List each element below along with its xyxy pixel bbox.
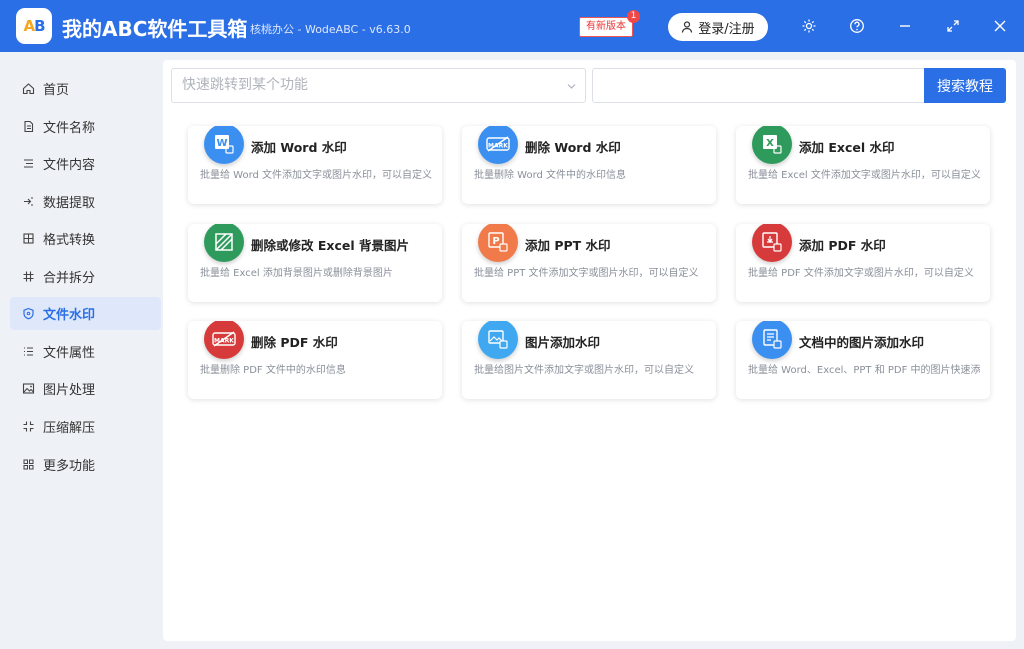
sidebar-item-label: 文件名称 xyxy=(43,121,96,136)
mark-icon: MARK xyxy=(478,126,518,164)
home-icon xyxy=(22,83,35,95)
sidebar: 首页 文件名称 文件内容 数据提取 格式转换 合并拆分 文件水印 文件属性 图片… xyxy=(0,52,162,649)
help-icon[interactable] xyxy=(847,16,867,36)
grid-icon xyxy=(23,459,34,470)
card-title: 添加 PDF 水印 xyxy=(799,238,886,253)
sidebar-item-more[interactable]: 更多功能 xyxy=(10,448,161,481)
card-add-ppt-watermark[interactable]: P 添加 PPT 水印 批量给 PPT 文件添加文字或图片水印，可以自定义 xyxy=(462,224,716,302)
extract-icon xyxy=(24,197,33,206)
file-icon xyxy=(24,120,34,133)
sidebar-item-label: 首页 xyxy=(43,83,70,98)
card-remove-pdf-watermark[interactable]: MARK 删除 PDF 水印 批量删除 PDF 文件中的水印信息 xyxy=(188,321,442,399)
close-icon[interactable] xyxy=(990,16,1010,36)
card-add-pdf-watermark[interactable]: 添加 PDF 水印 批量给 PDF 文件添加文字或图片水印，可以自定义 xyxy=(736,224,990,302)
ppt-icon: P xyxy=(478,224,518,262)
search-tutorial-button[interactable]: 搜索教程 xyxy=(924,68,1006,103)
settings-gear-icon[interactable] xyxy=(799,16,819,36)
card-title: 图片添加水印 xyxy=(525,335,601,350)
card-description: 批量给 Excel 文件添加文字或图片水印，可以自定义 xyxy=(748,170,980,181)
card-image-watermark[interactable]: 图片添加水印 批量给图片文件添加文字或图片水印，可以自定义 xyxy=(462,321,716,399)
tutorial-search-input[interactable] xyxy=(592,68,925,103)
card-description: 批量给 PDF 文件添加文字或图片水印，可以自定义 xyxy=(748,268,974,279)
svg-text:P: P xyxy=(492,236,499,247)
sidebar-item-label: 压缩解压 xyxy=(43,421,96,436)
shield-icon xyxy=(23,307,34,320)
sidebar-item-label: 合并拆分 xyxy=(43,271,96,286)
convert-icon xyxy=(23,233,34,244)
maximize-icon[interactable] xyxy=(943,16,963,36)
sidebar-item-label: 文件内容 xyxy=(43,158,96,173)
compress-icon xyxy=(23,421,34,432)
chevron-down-icon xyxy=(567,84,576,89)
sidebar-item-file-name[interactable]: 文件名称 xyxy=(10,110,161,143)
sidebar-item-label: 格式转换 xyxy=(43,233,96,248)
card-add-excel-watermark[interactable]: X 添加 Excel 水印 批量给 Excel 文件添加文字或图片水印，可以自定… xyxy=(736,126,990,204)
card-description: 批量给 Word、Excel、PPT 和 PDF 中的图片快速添加 xyxy=(748,365,980,376)
card-remove-word-watermark[interactable]: MARK 删除 Word 水印 批量删除 Word 文件中的水印信息 xyxy=(462,126,716,204)
card-title: 文档中的图片添加水印 xyxy=(799,335,925,350)
sidebar-item-label: 图片处理 xyxy=(43,383,96,398)
sidebar-item-data-extract[interactable]: 数据提取 xyxy=(10,185,161,218)
function-jump-select[interactable]: 快速跳转到某个功能 xyxy=(171,68,586,103)
card-description: 批量删除 PDF 文件中的水印信息 xyxy=(200,365,346,376)
logo-letter-a: A xyxy=(23,17,35,35)
pdf-icon xyxy=(752,224,792,262)
image-icon xyxy=(22,383,35,394)
new-version-button[interactable]: 有新版本 xyxy=(579,17,633,37)
main-panel: 快速跳转到某个功能 搜索教程 W 添加 Word 水印 批量给 Word 文件添… xyxy=(163,60,1016,641)
sidebar-item-label: 更多功能 xyxy=(43,459,96,474)
sidebar-item-home[interactable]: 首页 xyxy=(10,72,161,105)
card-title: 添加 Excel 水印 xyxy=(799,140,895,155)
sidebar-item-file-watermark[interactable]: 文件水印 xyxy=(10,297,161,330)
title-bar: AB 我的ABC软件工具箱 核桃办公 - WodeABC - v6.63.0 有… xyxy=(0,0,1024,52)
mark-icon: MARK xyxy=(204,321,244,359)
svg-text:X: X xyxy=(766,138,774,149)
user-icon xyxy=(682,21,693,33)
app-title: 我的ABC软件工具箱 xyxy=(62,17,248,41)
sidebar-item-label: 文件属性 xyxy=(43,346,96,361)
sidebar-item-file-content[interactable]: 文件内容 xyxy=(10,147,161,180)
list-icon xyxy=(24,347,33,356)
card-title: 添加 PPT 水印 xyxy=(525,238,611,253)
sidebar-item-file-properties[interactable]: 文件属性 xyxy=(10,335,161,368)
function-jump-placeholder: 快速跳转到某个功能 xyxy=(182,77,308,93)
app-logo: AB xyxy=(16,8,52,44)
picture-icon xyxy=(478,321,518,359)
sidebar-item-format-convert[interactable]: 格式转换 xyxy=(10,222,161,255)
login-label: 登录/注册 xyxy=(698,21,755,37)
card-add-word-watermark[interactable]: W 添加 Word 水印 批量给 Word 文件添加文字或图片水印，可以自定义 xyxy=(188,126,442,204)
card-excel-background[interactable]: 删除或修改 Excel 背景图片 批量给 Excel 添加背景图片或删除背景图片 xyxy=(188,224,442,302)
login-button[interactable]: 登录/注册 xyxy=(668,13,768,41)
excel-icon: X xyxy=(752,126,792,164)
card-description: 批量删除 Word 文件中的水印信息 xyxy=(474,170,627,181)
card-description: 批量给 PPT 文件添加文字或图片水印，可以自定义 xyxy=(474,268,699,279)
word-icon: W xyxy=(204,126,244,164)
sidebar-item-merge-split[interactable]: 合并拆分 xyxy=(10,260,161,293)
card-description: 批量给 Excel 添加背景图片或删除背景图片 xyxy=(200,268,393,279)
logo-letter-b: B xyxy=(34,17,45,35)
sidebar-item-label: 数据提取 xyxy=(43,196,96,211)
card-description: 批量给 Word 文件添加文字或图片水印，可以自定义 xyxy=(200,170,432,181)
card-description: 批量给图片文件添加文字或图片水印，可以自定义 xyxy=(474,365,694,376)
card-title: 删除 Word 水印 xyxy=(525,140,621,155)
card-title: 删除或修改 Excel 背景图片 xyxy=(251,238,409,253)
list-icon xyxy=(24,159,33,168)
notification-badge: 1 xyxy=(627,10,640,23)
document-icon xyxy=(752,321,792,359)
sidebar-item-label: 文件水印 xyxy=(43,308,96,323)
sidebar-item-image-processing[interactable]: 图片处理 xyxy=(10,372,161,405)
card-title: 添加 Word 水印 xyxy=(251,140,347,155)
app-subtitle: 核桃办公 - WodeABC - v6.63.0 xyxy=(250,23,411,36)
card-title: 删除 PDF 水印 xyxy=(251,335,338,350)
hash-icon xyxy=(23,271,34,282)
background-icon xyxy=(204,224,244,262)
minimize-icon[interactable] xyxy=(895,16,915,36)
sidebar-item-compress[interactable]: 压缩解压 xyxy=(10,410,161,443)
card-document-image-watermark[interactable]: 文档中的图片添加水印 批量给 Word、Excel、PPT 和 PDF 中的图片… xyxy=(736,321,990,399)
